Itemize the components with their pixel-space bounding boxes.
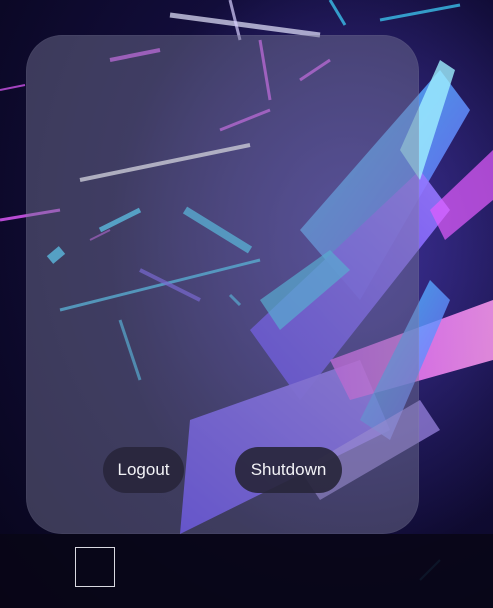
logout-button[interactable]: Logout: [103, 447, 184, 493]
taskbar-tile-square-outline-icon[interactable]: [75, 547, 115, 587]
desktop: Logout Shutdown: [0, 0, 493, 608]
shutdown-button[interactable]: Shutdown: [235, 447, 342, 493]
taskbar: [0, 534, 493, 608]
session-panel: [26, 35, 419, 534]
